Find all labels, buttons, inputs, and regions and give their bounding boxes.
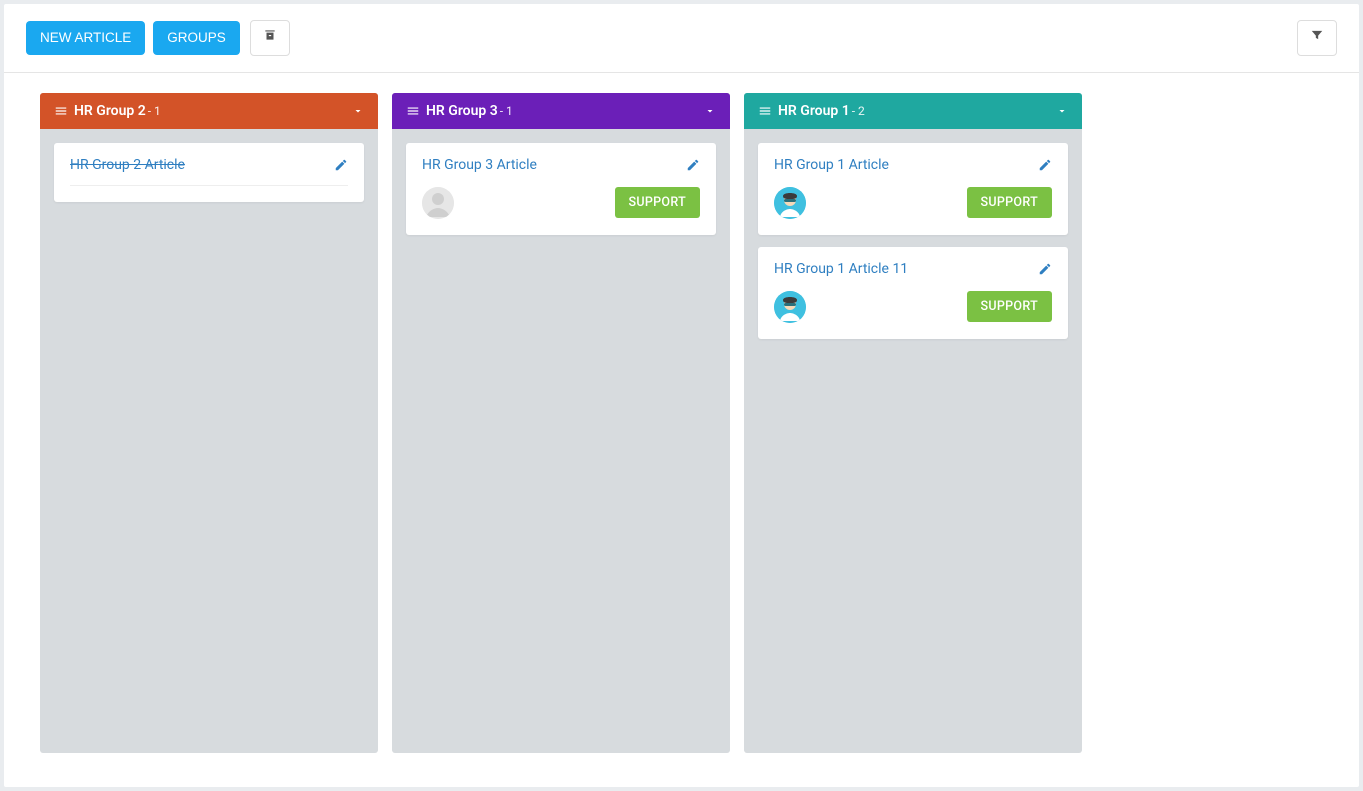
column-title: HR Group 3 (426, 103, 498, 119)
groups-button[interactable]: GROUPS (153, 21, 240, 56)
support-badge[interactable]: SUPPORT (967, 291, 1052, 322)
drag-icon[interactable] (758, 104, 772, 118)
card-footer: SUPPORT (422, 187, 700, 219)
article-title-link[interactable]: HR Group 3 Article (422, 157, 537, 173)
column-title: HR Group 1 (778, 103, 850, 119)
column: HR Group 2 - 1 HR Group 2 Article (40, 93, 378, 753)
card-title-row: HR Group 3 Article (422, 157, 700, 173)
column-body: HR Group 2 Article (40, 129, 378, 753)
card-footer: SUPPORT (774, 291, 1052, 323)
column-header[interactable]: HR Group 3 - 1 (392, 93, 730, 129)
edit-icon[interactable] (334, 158, 348, 172)
article-card[interactable]: HR Group 1 Article SUPPORT (758, 143, 1068, 235)
column: HR Group 1 - 2HR Group 1 ArticleSUPPORTH… (744, 93, 1082, 753)
article-card[interactable]: HR Group 3 Article SUPPORT (406, 143, 716, 235)
column-count: - 1 (148, 104, 161, 118)
article-title-link[interactable]: HR Group 1 Article (774, 157, 889, 173)
chevron-down-icon[interactable] (704, 105, 716, 117)
article-card[interactable]: HR Group 1 Article 11 SUPPORT (758, 247, 1068, 339)
article-title-link[interactable]: HR Group 1 Article 11 (774, 261, 908, 277)
edit-icon[interactable] (1038, 262, 1052, 276)
drag-icon[interactable] (54, 104, 68, 118)
support-badge[interactable]: SUPPORT (615, 187, 700, 218)
filter-button[interactable] (1297, 20, 1337, 56)
archive-icon (263, 28, 277, 48)
new-article-button[interactable]: NEW ARTICLE (26, 21, 145, 56)
chevron-down-icon[interactable] (1056, 105, 1068, 117)
toolbar: NEW ARTICLE GROUPS (4, 4, 1359, 73)
card-divider (70, 185, 348, 186)
card-title-row: HR Group 2 Article (70, 157, 348, 173)
article-title-link[interactable]: HR Group 2 Article (70, 157, 185, 173)
card-footer: SUPPORT (774, 187, 1052, 219)
edit-icon[interactable] (1038, 158, 1052, 172)
archive-button[interactable] (250, 20, 290, 56)
avatar-user-icon[interactable] (774, 187, 806, 219)
column: HR Group 3 - 1 HR Group 3 Article SUPPORT (392, 93, 730, 753)
avatar-user-icon[interactable] (774, 291, 806, 323)
avatar-placeholder-icon[interactable] (422, 187, 454, 219)
column-header[interactable]: HR Group 2 - 1 (40, 93, 378, 129)
column-count: - 2 (852, 104, 865, 118)
chevron-down-icon[interactable] (352, 105, 364, 117)
filter-icon (1310, 28, 1324, 48)
drag-icon[interactable] (406, 104, 420, 118)
column-title: HR Group 2 (74, 103, 146, 119)
board: HR Group 2 - 1HR Group 2 ArticleHR Group… (4, 73, 1359, 783)
app-container: NEW ARTICLE GROUPS HR Group 2 - 1HR Grou… (4, 4, 1359, 787)
card-title-row: HR Group 1 Article 11 (774, 261, 1052, 277)
support-badge[interactable]: SUPPORT (967, 187, 1052, 218)
column-body: HR Group 3 Article SUPPORT (392, 129, 730, 753)
column-header[interactable]: HR Group 1 - 2 (744, 93, 1082, 129)
article-card[interactable]: HR Group 2 Article (54, 143, 364, 202)
column-count: - 1 (500, 104, 513, 118)
column-body: HR Group 1 ArticleSUPPORTHR Group 1 Arti… (744, 129, 1082, 753)
card-title-row: HR Group 1 Article (774, 157, 1052, 173)
edit-icon[interactable] (686, 158, 700, 172)
